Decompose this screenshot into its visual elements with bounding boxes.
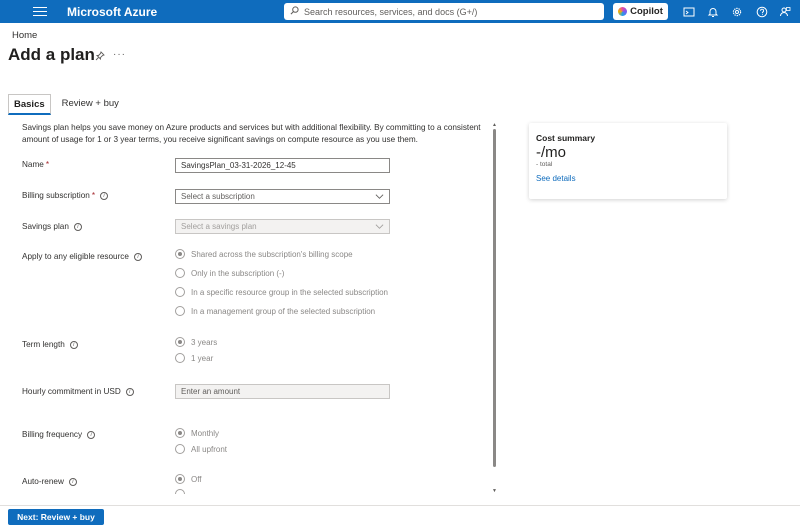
term-label-row: Term length i [22, 340, 78, 349]
info-icon[interactable]: i [100, 191, 108, 200]
billing-freq-label: All upfront [191, 444, 228, 454]
tab-review-buy[interactable]: Review + buy [57, 94, 124, 115]
chevron-down-icon [375, 192, 384, 203]
info-icon[interactable]: i [133, 252, 142, 261]
name-label: Name [22, 160, 44, 169]
next-review-buy-button[interactable]: Next: Review + buy [8, 509, 104, 525]
hourly-commitment-input[interactable]: Enter an amount [175, 384, 390, 399]
billing-freq-upfront[interactable]: All upfront [175, 444, 227, 454]
notifications-icon[interactable] [705, 4, 721, 20]
hourly-label-row: Hourly commitment in USD i [22, 387, 134, 396]
apply-option-label: Shared across the subscription's billing… [191, 249, 353, 259]
radio-selected-icon [175, 428, 185, 438]
pin-icon[interactable] [95, 51, 105, 64]
radio-selected-icon [175, 337, 185, 347]
billing-freq-label: Monthly [191, 428, 220, 438]
hourly-label: Hourly commitment in USD [22, 387, 121, 396]
page-title: Add a plan [8, 45, 95, 64]
required-marker: * [91, 191, 95, 200]
apply-option-label: Only in the subscription (-) [191, 268, 285, 278]
autorenew-label-row: Auto-renew i [22, 477, 77, 486]
radio-icon [175, 489, 185, 494]
search-box[interactable]: Search resources, services, and docs (G+… [284, 3, 604, 20]
info-icon[interactable]: i [125, 387, 134, 396]
hourly-placeholder: Enter an amount [181, 387, 241, 396]
copilot-label: Copilot [630, 6, 663, 17]
apply-option-subscription[interactable]: Only in the subscription (-) [175, 268, 284, 278]
brand-title[interactable]: Microsoft Azure [67, 5, 157, 19]
billing-sub-label-row: Billing subscription * i [22, 191, 108, 200]
radio-selected-icon [175, 249, 185, 259]
savings-plan-select[interactable]: Select a savings plan [175, 219, 390, 234]
chevron-down-icon [375, 222, 384, 233]
apply-option-label: In a specific resource group in the sele… [191, 287, 388, 297]
apply-option-shared[interactable]: Shared across the subscription's billing… [175, 249, 353, 259]
required-marker: * [45, 160, 50, 169]
name-input[interactable]: SavingsPlan_03-31-2026_12-45 [175, 158, 390, 173]
breadcrumb[interactable]: Home [12, 30, 37, 41]
autorenew-option-label: Off [191, 474, 202, 484]
autorenew-label: Auto-renew [22, 477, 64, 486]
info-icon[interactable]: i [87, 430, 96, 439]
savings-plan-label-row: Savings plan i [22, 222, 82, 231]
term-option-label: 3 years [191, 337, 218, 347]
billing-sub-placeholder: Select a subscription [181, 192, 255, 201]
cloud-shell-icon[interactable] [681, 4, 697, 20]
radio-icon [175, 306, 185, 316]
footer-bar: Next: Review + buy [0, 505, 800, 526]
radio-icon [175, 268, 185, 278]
form-scrollbar[interactable]: ▲ ▼ [492, 122, 498, 494]
apply-label: Apply to any eligible resource [22, 252, 129, 261]
search-icon [290, 6, 299, 17]
billing-subscription-select[interactable]: Select a subscription [175, 189, 390, 204]
savings-plan-label: Savings plan [22, 222, 69, 231]
term-option-label: 1 year [191, 353, 214, 363]
help-icon[interactable] [754, 4, 770, 20]
cost-summary-value: -/mo [536, 144, 566, 161]
term-label: Term length [22, 340, 65, 349]
copilot-icon [618, 7, 628, 16]
scroll-down-icon[interactable]: ▼ [492, 488, 497, 494]
see-details-link[interactable]: See details [536, 174, 720, 183]
name-label-row: Name * [22, 160, 49, 169]
term-option-1-year[interactable]: 1 year [175, 353, 213, 363]
cost-summary-title: Cost summary [536, 133, 596, 143]
tab-bar: Basics Review + buy [8, 94, 124, 115]
apply-option-resource-group[interactable]: In a specific resource group in the sele… [175, 287, 388, 297]
radio-icon [175, 287, 185, 297]
billing-freq-monthly[interactable]: Monthly [175, 428, 219, 438]
billing-freq-label-row: Billing frequency i [22, 430, 96, 439]
menu-icon[interactable] [33, 5, 47, 18]
term-option-3-years[interactable]: 3 years [175, 337, 217, 347]
info-icon[interactable]: i [68, 477, 77, 486]
apply-label-row: Apply to any eligible resource i [22, 252, 142, 261]
settings-gear-icon[interactable] [729, 4, 745, 20]
billing-sub-label: Billing subscription [22, 191, 90, 200]
scrollbar-thumb[interactable] [493, 129, 496, 467]
billing-freq-label: Billing frequency [22, 430, 83, 439]
top-bar: Microsoft Azure Search resources, servic… [0, 0, 800, 23]
autorenew-off[interactable]: Off [175, 474, 202, 484]
more-options-icon[interactable]: ··· [113, 49, 126, 60]
copilot-button[interactable]: Copilot [613, 3, 668, 20]
intro-text: Savings plan helps you save money on Azu… [22, 123, 481, 144]
autorenew-on[interactable] [175, 489, 191, 494]
radio-icon [175, 444, 185, 454]
scroll-up-icon[interactable]: ▲ [492, 122, 497, 128]
apply-option-management-group[interactable]: In a management group of the selected su… [175, 306, 375, 316]
savings-plan-placeholder: Select a savings plan [181, 222, 257, 231]
tab-basics[interactable]: Basics [8, 94, 51, 115]
info-icon[interactable]: i [69, 340, 78, 349]
form-area: Savings plan helps you save money on Azu… [22, 122, 497, 494]
feedback-icon[interactable] [777, 4, 793, 20]
apply-option-label: In a management group of the selected su… [191, 306, 376, 316]
search-placeholder: Search resources, services, and docs (G+… [304, 6, 478, 17]
radio-icon [175, 353, 185, 363]
cost-summary-total: - total [536, 161, 553, 168]
cost-summary-card: Cost summary -/mo - total See details [529, 123, 727, 199]
radio-selected-icon [175, 474, 185, 484]
info-icon[interactable]: i [73, 222, 82, 231]
